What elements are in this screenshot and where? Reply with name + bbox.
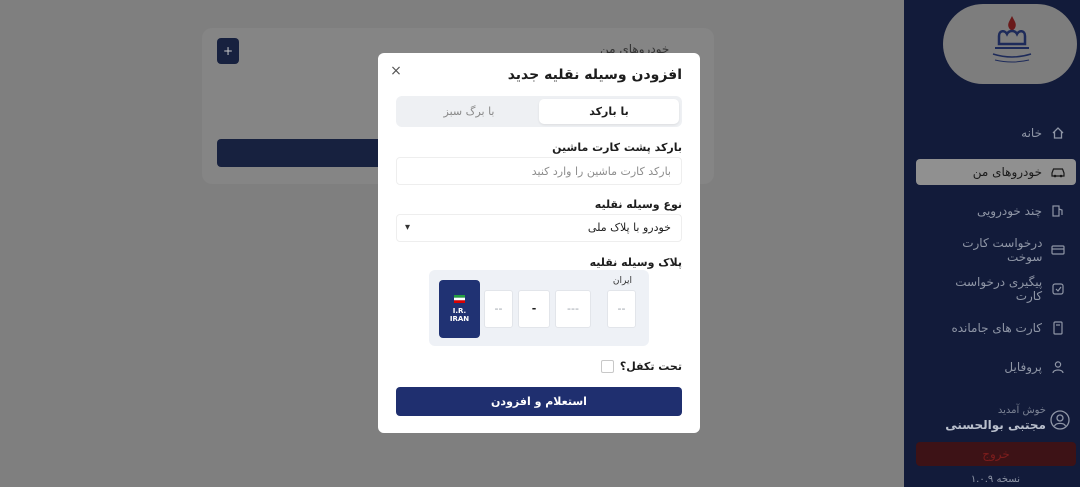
sidebar-nav: خانه خودروهای من چند خودرویی درخواست کار… [904, 120, 1080, 393]
sidebar-item-multi-vehicle[interactable]: چند خودرویی [916, 198, 1076, 224]
track-icon [1050, 281, 1066, 297]
sidebar-item-profile[interactable]: پروفایل [916, 354, 1076, 380]
plate-first-digits-input[interactable]: -- [484, 290, 513, 328]
tab-green-sheet[interactable]: با برگ سبز [399, 99, 539, 124]
welcome-text: خوش آمدید [997, 405, 1046, 416]
car-icon [1050, 164, 1066, 180]
sidebar-item-fuel-card-request[interactable]: درخواست کارت سوخت [916, 236, 1076, 264]
user-info: خوش آمدید مجتبی بوالحسنی [904, 402, 1080, 438]
company-logo [992, 16, 1032, 63]
vehicle-type-label: نوع وسیله نقلیه [594, 198, 682, 211]
sidebar-item-label: پروفایل [1004, 360, 1042, 374]
sidebar-item-label: درخواست کارت سوخت [962, 236, 1043, 264]
plate-serial-input[interactable]: --- [555, 290, 591, 328]
input-method-tabs: با بارکد با برگ سبز [396, 96, 682, 127]
sidebar-item-label: چند خودرویی [976, 204, 1042, 218]
plate-country-code: I.R. IRAN [449, 307, 470, 323]
plate-country-strip: I.R. IRAN [439, 280, 480, 338]
sidebar-item-home[interactable]: خانه [916, 120, 1076, 146]
sidebar-item-label: خودروهای من [972, 165, 1042, 179]
plate-label: پلاک وسیله نقلیه [589, 256, 682, 269]
chevron-down-icon: ▾ [405, 222, 411, 233]
modal-title: افزودن وسیله نقلیه جدید [507, 67, 682, 83]
logo-container [943, 4, 1077, 84]
home-icon [1050, 125, 1066, 141]
plate-region-input[interactable]: -- [607, 290, 636, 328]
plate-country-label: ایران [612, 276, 632, 286]
plate-letter-select[interactable]: - [518, 290, 550, 328]
vehicle-type-select[interactable]: خودرو با پلاک ملی ▾ [396, 214, 682, 242]
barcode-label: بارکد پشت کارت ماشین [552, 141, 682, 154]
sidebar-item-label: کارت های جامانده [951, 321, 1042, 335]
fuel-pump-icon [1050, 203, 1066, 219]
sidebar-item-label: خانه [1021, 126, 1042, 140]
tab-barcode[interactable]: با بارکد [539, 99, 679, 124]
user-name: مجتبی بوالحسنی [945, 418, 1046, 432]
guarantee-label: تحت تکفل؟ [619, 360, 682, 373]
inquire-add-button[interactable]: استعلام و افزودن [396, 387, 682, 416]
logout-button[interactable]: خروج [916, 442, 1076, 466]
sidebar-item-label: پیگیری درخواست کارت [955, 275, 1043, 303]
user-icon [1050, 359, 1066, 375]
lost-card-icon [1050, 320, 1066, 336]
add-vehicle-modal: × افزودن وسیله نقلیه جدید با بارکد با بر… [378, 53, 700, 433]
iran-flag-icon [454, 295, 465, 303]
sidebar-item-track-request[interactable]: پیگیری درخواست کارت [916, 275, 1076, 303]
vehicle-type-value: خودرو با پلاک ملی [587, 221, 671, 234]
license-plate-input: ایران -- --- - -- I.R. IRAN [429, 270, 649, 346]
add-vehicle-button[interactable]: + [217, 38, 239, 64]
barcode-input[interactable] [396, 157, 682, 185]
card-icon [1050, 242, 1066, 258]
guarantee-checkbox[interactable] [600, 360, 614, 373]
sidebar-item-lost-cards[interactable]: کارت های جامانده [916, 315, 1076, 341]
user-avatar-icon [1050, 410, 1070, 430]
sidebar: خانه خودروهای من چند خودرویی درخواست کار… [904, 0, 1080, 487]
close-icon[interactable]: × [388, 63, 404, 79]
sidebar-item-my-vehicles[interactable]: خودروهای من [916, 159, 1076, 185]
version-label: نسخه ۱.۰.۹ [970, 474, 1020, 485]
guarantee-row: تحت تکفل؟ [600, 360, 682, 373]
